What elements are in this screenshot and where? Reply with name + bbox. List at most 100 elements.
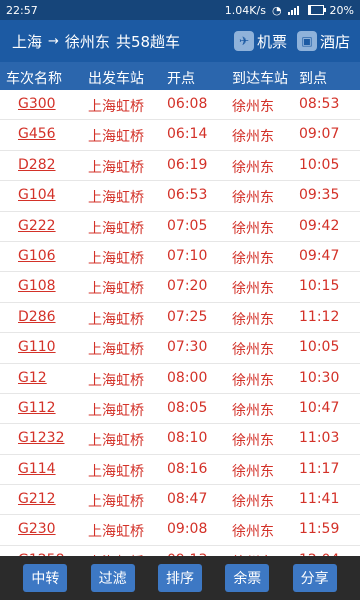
col-train[interactable]: 车次名称 [6,68,62,88]
app-bar: 上海 → 徐州东 共58趟车 ✈ 机票 ▣ 酒店 [0,20,360,62]
table-row[interactable]: G456 上海虹桥 06:14 徐州东 09:07 [0,120,360,151]
train-number[interactable]: G212 [18,491,56,507]
battery-icon [307,5,326,15]
arrival-station: 徐州东 [232,433,274,450]
departure-station: 上海虹桥 [88,250,144,267]
arrival-time: 10:05 [299,339,340,356]
arrival-station: 徐州东 [232,372,274,389]
status-time: 22:57 [6,3,38,17]
train-number[interactable]: G104 [18,187,56,203]
arrival-station: 徐州东 [232,402,274,419]
departure-station: 上海虹桥 [88,281,144,298]
status-bar: 22:57 1.04K/s ◔ 20% [0,0,360,20]
departure-station: 上海虹桥 [88,190,144,207]
train-number[interactable]: G456 [18,126,56,142]
sort-button[interactable]: 排序 [157,564,202,592]
train-count: 共58趟车 [115,32,181,51]
train-number[interactable]: G300 [18,96,56,112]
departure-time: 08:47 [167,491,208,508]
arrival-station: 徐州东 [232,342,274,359]
arrival-station: 徐州东 [232,311,274,328]
train-number[interactable]: D286 [18,309,56,325]
filter-button[interactable]: 过滤 [90,564,135,592]
arrival-time: 08:53 [299,96,340,112]
train-number[interactable]: G110 [18,339,56,355]
departure-station: 上海虹桥 [88,433,144,450]
train-number[interactable]: G222 [18,218,56,234]
train-number[interactable]: G112 [18,400,56,416]
table-row[interactable]: G1232 上海虹桥 08:10 徐州东 11:03 [0,424,360,455]
departure-time: 09:08 [167,521,208,538]
arrival-station: 徐州东 [232,159,274,176]
table-row[interactable]: G300 上海虹桥 06:08 徐州东 08:53 [0,90,360,121]
departure-time: 07:05 [167,217,208,234]
departure-time: 07:25 [167,308,208,325]
arrival-time: 09:47 [299,247,340,264]
table-header: 车次名称 出发车站 开点 到达车站 到点 [0,62,360,90]
table-row[interactable]: G106 上海虹桥 07:10 徐州东 09:47 [0,242,360,273]
arrival-time: 09:07 [299,126,340,143]
arrival-time: 11:59 [299,521,340,538]
tickets-button[interactable]: 余票 [225,564,270,592]
route-to: 徐州东 [64,32,110,51]
departure-station: 上海虹桥 [88,342,144,359]
arrival-time: 11:17 [299,460,340,477]
train-number[interactable]: G106 [18,248,56,264]
table-row[interactable]: G110 上海虹桥 07:30 徐州东 10:05 [0,333,360,364]
table-row[interactable]: G12 上海虹桥 08:00 徐州东 10:30 [0,364,360,394]
train-number[interactable]: G108 [18,278,56,294]
departure-time: 06:14 [167,126,208,143]
col-to[interactable]: 到达车站 [232,68,288,88]
departure-time: 07:20 [167,278,208,295]
flight-label: 机票 [256,32,287,51]
table-row[interactable]: G222 上海虹桥 07:05 徐州东 09:42 [0,212,360,242]
arrival-time: 10:30 [299,369,340,386]
table-row[interactable]: G104 上海虹桥 06:53 徐州东 09:35 [0,181,360,212]
train-number[interactable]: G12 [18,370,47,386]
hotel-label: 酒店 [319,32,350,51]
departure-station: 上海虹桥 [88,99,144,115]
departure-station: 上海虹桥 [88,494,144,511]
arrival-station: 徐州东 [232,129,274,146]
share-button[interactable]: 分享 [292,564,337,592]
arrival-station: 徐州东 [232,463,274,480]
arrival-station: 徐州东 [232,494,274,511]
train-number[interactable]: G230 [18,521,56,537]
table-row[interactable]: G212 上海虹桥 08:47 徐州东 11:41 [0,485,360,516]
table-row[interactable]: G230 上海虹桥 09:08 徐州东 11:59 [0,515,360,546]
arrival-station: 徐州东 [232,99,274,115]
hotel-button[interactable]: ▣ 酒店 [296,31,350,52]
table-row[interactable]: D286 上海虹桥 07:25 徐州东 11:12 [0,303,360,334]
arrival-station: 徐州东 [232,281,274,298]
arrival-time: 10:47 [299,399,340,416]
plane-icon: ✈ [233,31,254,51]
arrival-time: 10:15 [299,278,340,295]
arrival-time: 11:03 [299,430,340,447]
arrival-station: 徐州东 [232,524,274,541]
col-dep[interactable]: 开点 [167,68,195,88]
train-number[interactable]: G114 [18,461,56,477]
departure-station: 上海虹桥 [88,159,144,176]
arrival-time: 11:12 [299,308,340,325]
route-from: 上海 [12,32,43,51]
battery-text: 20% [329,3,354,17]
train-number[interactable]: D282 [18,157,56,173]
train-number[interactable]: G1232 [18,430,64,446]
col-arr[interactable]: 到点 [299,68,327,88]
table-row[interactable]: G112 上海虹桥 08:05 徐州东 10:47 [0,394,360,425]
departure-station: 上海虹桥 [88,402,144,419]
route-arrow: → [48,33,59,49]
table-row[interactable]: D282 上海虹桥 06:19 徐州东 10:05 [0,151,360,182]
departure-station: 上海虹桥 [88,311,144,328]
transfer-button[interactable]: 中转 [23,564,68,592]
table-row[interactable]: G108 上海虹桥 07:20 徐州东 10:15 [0,272,360,303]
departure-station: 上海虹桥 [88,129,144,146]
hotel-icon: ▣ [296,31,317,51]
train-table: G300 上海虹桥 06:08 徐州东 08:53 G456 上海虹桥 06:14 徐州东 09:… [0,90,360,577]
signal-icon [287,5,302,15]
table-row[interactable]: G114 上海虹桥 08:16 徐州东 11:17 [0,455,360,486]
col-from[interactable]: 出发车站 [88,68,144,88]
arrival-time: 09:35 [299,187,340,204]
departure-time: 07:10 [167,247,208,264]
flight-button[interactable]: ✈ 机票 [233,31,287,52]
